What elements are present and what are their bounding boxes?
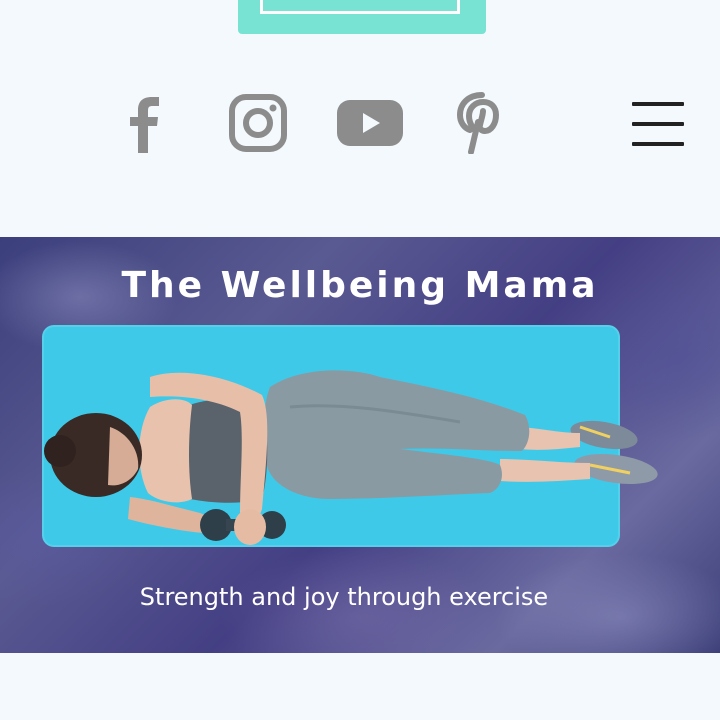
social-links-bar [0,88,720,160]
hero-banner: The Wellbeing Mama Strength and joy thro… [0,237,720,653]
menu-line-top [632,102,684,106]
pinterest-icon [457,92,499,154]
facebook-link[interactable] [106,88,186,158]
menu-line-bottom [632,142,684,146]
site-logo[interactable] [238,0,486,34]
instagram-icon [229,94,287,152]
hero-tagline: Strength and joy through exercise [139,583,549,611]
hamburger-menu-button[interactable] [632,100,688,150]
pinterest-link[interactable] [442,88,522,158]
page-bottom-area [0,653,720,720]
site-logo-frame [260,0,460,14]
youtube-link[interactable] [330,88,410,158]
menu-line-middle [632,122,684,126]
instagram-link[interactable] [218,88,298,158]
youtube-icon [337,100,403,146]
facebook-icon [130,97,159,153]
